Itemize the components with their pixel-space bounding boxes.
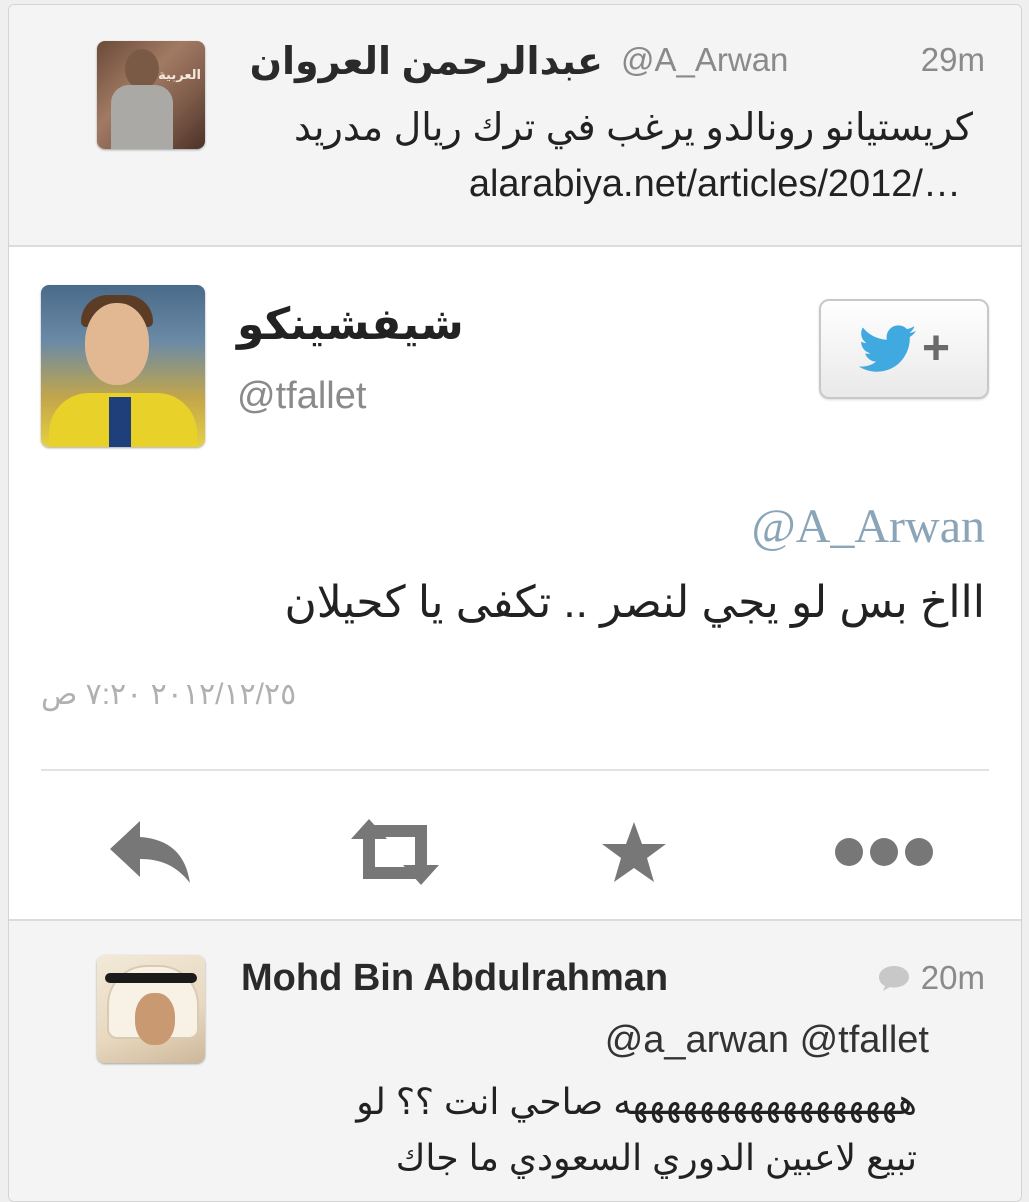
avatar[interactable] xyxy=(97,955,205,1063)
author-name[interactable]: شيفشينكو xyxy=(237,299,464,350)
avatar[interactable] xyxy=(41,285,205,447)
reply-icon xyxy=(110,821,190,883)
tweet-actions xyxy=(9,807,1021,897)
author-handle[interactable]: @A_Arwan xyxy=(621,41,788,79)
avatar-logo-text: العربية xyxy=(158,67,201,82)
mention-links[interactable]: @a_arwan @tfallet xyxy=(605,1019,929,1062)
more-button[interactable] xyxy=(829,807,939,897)
tweet-parent[interactable]: العربية عبدالرحمن العروان @A_Arwan 29m ك… xyxy=(9,5,1021,247)
author-handle[interactable]: @tfallet xyxy=(237,375,366,418)
retweet-button[interactable] xyxy=(345,807,445,897)
twitter-bird-icon xyxy=(858,325,916,372)
avatar[interactable]: العربية xyxy=(97,41,205,149)
avatar-shirt-stripe xyxy=(109,397,131,447)
tweet-detail: شيفشينكو @tfallet + @A_Arwan اااخ بس لو … xyxy=(9,247,1021,919)
tweet-time: 29m xyxy=(920,41,985,78)
tweet-text: كريستيانو رونالدو يرغب في ترك ريال مدريد xyxy=(293,107,973,149)
speech-bubble-icon xyxy=(878,966,909,991)
follow-plus-label: + xyxy=(921,322,951,375)
avatar-head xyxy=(125,49,159,89)
author-name[interactable]: عبدالرحمن العروان xyxy=(250,39,603,84)
star-icon xyxy=(602,822,666,882)
tweet-text-line-2: تبيع لاعبين الدوري السعودي ما جاك xyxy=(395,1137,917,1178)
avatar-face xyxy=(135,993,175,1045)
divider xyxy=(41,769,989,771)
tweet-meta: 20m xyxy=(877,959,985,997)
reply-button[interactable] xyxy=(105,807,195,897)
avatar-agal xyxy=(105,973,197,983)
favorite-button[interactable] xyxy=(599,807,669,897)
tweet-time: 20m xyxy=(920,959,985,996)
tweet-text-line-1: هههههههههههههههههه صاحي انت ؟؟ لو xyxy=(356,1081,917,1122)
author-name[interactable]: Mohd Bin Abdulrahman xyxy=(241,957,668,1000)
tweet-timestamp: ٢٠١٢/١٢/٢٥ ٧:٢٠ ص xyxy=(41,678,297,711)
retweet-icon xyxy=(351,819,439,885)
tweet-link[interactable]: alarabiya.net/articles/2012/… xyxy=(469,163,961,206)
avatar-face xyxy=(85,303,149,385)
tweet-screen: العربية عبدالرحمن العروان @A_Arwan 29m ك… xyxy=(8,4,1022,1202)
follow-button[interactable]: + xyxy=(819,299,989,399)
mention-link[interactable]: @A_Arwan xyxy=(752,499,985,554)
tweet-reply[interactable]: Mohd Bin Abdulrahman 20m @a_arwan @tfall… xyxy=(9,919,1021,1201)
avatar-body xyxy=(111,85,173,149)
more-dots-icon xyxy=(835,838,933,866)
tweet-text: اااخ بس لو يجي لنصر .. تكفى يا كحيلان xyxy=(284,578,985,627)
